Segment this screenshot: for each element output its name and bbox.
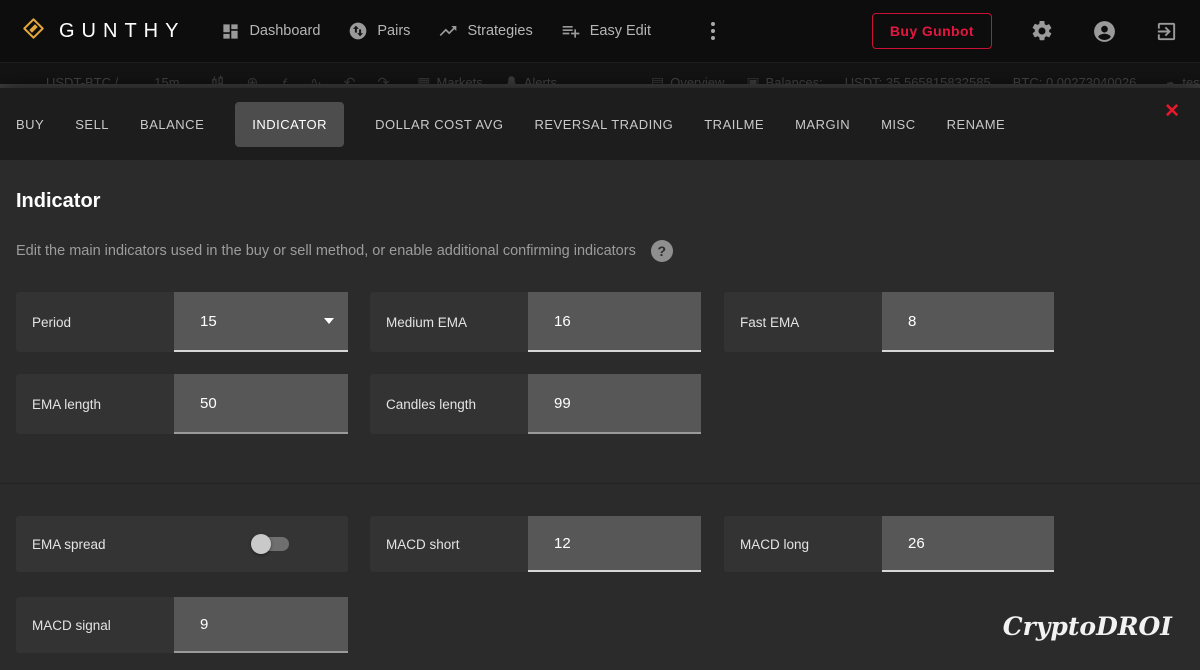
ema-length-input[interactable]	[174, 374, 348, 432]
macd-signal-input[interactable]	[174, 597, 348, 651]
more-vert-icon[interactable]	[703, 18, 723, 44]
macd-signal-inputwrap	[174, 597, 348, 653]
field-macd-long: MACD long	[724, 516, 1054, 572]
settings-gear-icon[interactable]	[1030, 19, 1054, 43]
tab-sell[interactable]: SELL	[75, 117, 109, 132]
macd-long-label: MACD long	[724, 516, 882, 572]
gunthy-logo[interactable]: GUNTHY	[22, 17, 185, 45]
easy-edit-icon	[561, 21, 581, 41]
field-ema-length: EMA length	[16, 374, 348, 434]
close-icon[interactable]: ✕	[1164, 102, 1180, 121]
tab-reversal-trading[interactable]: REVERSAL TRADING	[534, 117, 673, 132]
gunthy-diamond-icon	[22, 17, 45, 45]
main-nav: Dashboard Pairs Strategies Easy Edit	[221, 18, 723, 44]
field-period: Period 15	[16, 292, 348, 352]
fast-ema-label: Fast EMA	[724, 292, 882, 352]
tab-margin[interactable]: MARGIN	[795, 117, 850, 132]
brand-name: GUNTHY	[59, 20, 185, 43]
dashboard-icon	[221, 22, 240, 41]
section-divider	[0, 483, 1200, 484]
macd-long-input[interactable]	[882, 516, 1054, 570]
page-description: Edit the main indicators used in the buy…	[16, 240, 673, 262]
macd-signal-label: MACD signal	[16, 597, 174, 653]
field-medium-ema: Medium EMA	[370, 292, 701, 352]
strategy-editor-modal: BUY SELL BALANCE INDICATOR DOLLAR COST A…	[0, 88, 1200, 670]
medium-ema-inputwrap	[528, 292, 701, 352]
top-app-bar: GUNTHY Dashboard Pairs Strategies	[0, 0, 1200, 62]
nav-dashboard[interactable]: Dashboard	[221, 22, 320, 41]
ema-spread-toggle[interactable]	[255, 537, 289, 551]
medium-ema-input[interactable]	[528, 292, 701, 350]
nav-pairs[interactable]: Pairs	[348, 21, 410, 41]
ema-length-inputwrap	[174, 374, 348, 434]
fast-ema-inputwrap	[882, 292, 1054, 352]
candles-length-label: Candles length	[370, 374, 528, 434]
ema-spread-label: EMA spread	[16, 537, 174, 552]
period-label: Period	[16, 292, 174, 352]
nav-strategies[interactable]: Strategies	[438, 21, 532, 41]
field-fast-ema: Fast EMA	[724, 292, 1054, 352]
tab-rename[interactable]: RENAME	[947, 117, 1006, 132]
nav-dashboard-label: Dashboard	[249, 23, 320, 39]
page-title: Indicator	[16, 190, 100, 213]
pairs-icon	[348, 21, 368, 41]
macd-short-label: MACD short	[370, 516, 528, 572]
buy-gunbot-button[interactable]: Buy Gunbot	[872, 13, 992, 49]
account-icon[interactable]	[1092, 19, 1117, 44]
topbar-right: Buy Gunbot	[872, 13, 1178, 49]
nav-easy-edit-label: Easy Edit	[590, 23, 651, 39]
period-value: 15	[174, 313, 217, 330]
candles-length-input[interactable]	[528, 374, 701, 432]
field-macd-short: MACD short	[370, 516, 701, 572]
ema-length-label: EMA length	[16, 374, 174, 434]
medium-ema-label: Medium EMA	[370, 292, 528, 352]
nav-easy-edit[interactable]: Easy Edit	[561, 21, 651, 41]
description-text: Edit the main indicators used in the buy…	[16, 243, 636, 259]
fast-ema-input[interactable]	[882, 292, 1054, 350]
strategies-icon	[438, 21, 458, 41]
cryptodroi-watermark: CryptoDROI	[1003, 612, 1172, 641]
logout-icon[interactable]	[1155, 20, 1178, 43]
nav-pairs-label: Pairs	[377, 23, 410, 39]
nav-strategies-label: Strategies	[467, 23, 532, 39]
help-icon[interactable]: ?	[651, 240, 673, 262]
tab-indicator[interactable]: INDICATOR	[235, 102, 344, 147]
field-macd-signal: MACD signal	[16, 597, 348, 653]
tab-misc[interactable]: MISC	[881, 117, 916, 132]
macd-short-inputwrap	[528, 516, 701, 572]
tab-buy[interactable]: BUY	[16, 117, 44, 132]
toggle-knob	[251, 534, 271, 554]
candles-length-inputwrap	[528, 374, 701, 434]
tab-balance[interactable]: BALANCE	[140, 117, 204, 132]
field-candles-length: Candles length	[370, 374, 701, 434]
tab-trailme[interactable]: TRAILME	[704, 117, 764, 132]
select-caret-icon	[324, 318, 334, 324]
macd-short-input[interactable]	[528, 516, 701, 570]
period-select[interactable]: 15	[174, 292, 348, 352]
tab-dollar-cost-avg[interactable]: DOLLAR COST AVG	[375, 117, 503, 132]
field-ema-spread: EMA spread	[16, 516, 348, 572]
strategy-tabbar: BUY SELL BALANCE INDICATOR DOLLAR COST A…	[0, 88, 1200, 160]
macd-long-inputwrap	[882, 516, 1054, 572]
